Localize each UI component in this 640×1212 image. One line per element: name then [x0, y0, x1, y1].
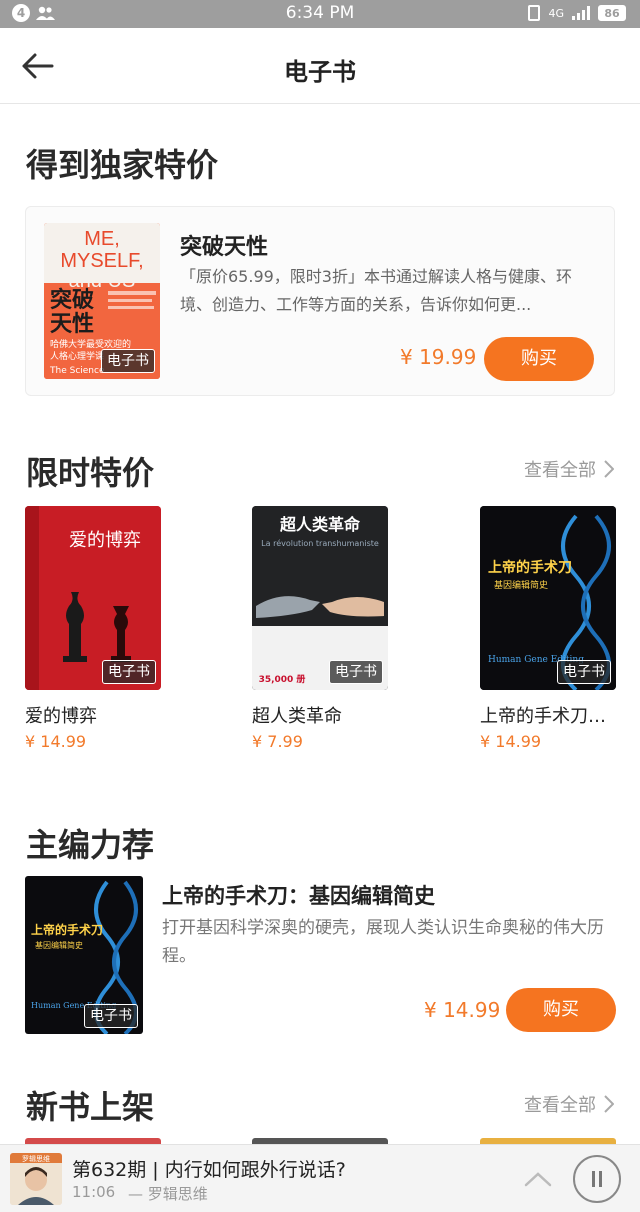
editor-pick-buy-button[interactable]: 购买: [506, 988, 616, 1032]
cover-sub: 基因编辑简史: [494, 579, 548, 591]
exclusive-section-title: 得到独家特价: [26, 146, 219, 184]
editor-pick-cover[interactable]: 上帝的手术刀 基因编辑简史 Human Gene Editing 电子书: [25, 876, 143, 1034]
vibrate-icon: [528, 5, 541, 21]
exclusive-buy-button[interactable]: 购买: [484, 337, 594, 381]
battery-icon: 86: [598, 5, 626, 21]
book-price: ¥ 14.99: [480, 732, 542, 751]
chevron-up-icon[interactable]: [522, 1165, 554, 1193]
cover-sub: La révolution transhumaniste: [261, 538, 379, 548]
svg-text:人格心理学课: 人格心理学课: [50, 350, 104, 362]
book-title[interactable]: 上帝的手术刀：基因编辑简史: [480, 702, 616, 728]
editor-pick-section-title: 主编力荐: [26, 826, 155, 864]
limited-see-all-link[interactable]: 查看全部: [524, 456, 614, 482]
see-all-label: 查看全部: [524, 460, 596, 481]
status-bar: 4 6:34 PM 4G 86: [0, 0, 640, 28]
page-title: 电子书: [284, 58, 356, 86]
exclusive-book-description: 「原价65.99，限时3折」本书通过解读人格与健康、环境、创造力、工作等方面的关…: [180, 267, 572, 314]
limited-section-title: 限时特价: [26, 454, 155, 492]
ebook-tag: 电子书: [329, 660, 383, 684]
ebook-tag: 电子书: [84, 1004, 138, 1028]
limited-book-1[interactable]: 爱的博弈 电子书 爱的博弈 ¥ 14.99: [25, 506, 161, 751]
cover-title: 爱的博弈: [69, 530, 141, 551]
network-type: 4G: [548, 6, 564, 20]
svg-text:突破: 突破: [50, 287, 94, 313]
editor-pick-description: 打开基因科学深奥的硬壳，展现人类认识生命奥秘的伟大历程。: [162, 918, 604, 966]
exclusive-book-card[interactable]: ME, MYSELF, and US 突破 天性 哈佛大学最受欢迎的 人格心理学…: [25, 206, 615, 396]
cover-title: 上帝的手术刀: [488, 559, 572, 576]
book-price: ¥ 14.99: [25, 732, 87, 751]
cover-num: 35,000 册: [259, 674, 306, 685]
cover-title: 上帝的手术刀: [31, 922, 103, 937]
svg-text:The Science: The Science: [49, 366, 105, 376]
editor-pick-price: ¥ 14.99: [424, 998, 501, 1022]
player-thumbnail[interactable]: 罗辑思维: [10, 1153, 62, 1205]
book-price: ¥ 7.99: [252, 732, 303, 751]
new-books-see-all-link[interactable]: 查看全部: [524, 1091, 614, 1117]
chevron-right-icon: [604, 460, 614, 478]
thumb-label: 罗辑思维: [22, 1154, 50, 1163]
audio-player-bar[interactable]: 罗辑思维 第632期 | 内行如何跟外行说话? 11:06 — 罗辑思维: [0, 1144, 640, 1212]
limited-book-3[interactable]: 上帝的手术刀 基因编辑简史 Human Gene Editing 电子书 上帝的…: [480, 506, 616, 751]
limited-book-2[interactable]: 超人类革命 La révolution transhumaniste 35,00…: [252, 506, 388, 751]
see-all-label: 查看全部: [524, 1095, 596, 1116]
exclusive-book-cover[interactable]: ME, MYSELF, and US 突破 天性 哈佛大学最受欢迎的 人格心理学…: [44, 223, 160, 379]
new-books-section-title: 新书上架: [26, 1088, 155, 1126]
cover-sub: 基因编辑简史: [35, 940, 83, 950]
signal-icon: [572, 6, 590, 20]
book-cover[interactable]: 上帝的手术刀 基因编辑简史 Human Gene Editing 电子书: [480, 506, 616, 690]
ebook-tag: 电子书: [101, 349, 155, 373]
pause-button[interactable]: [573, 1155, 621, 1203]
status-right: 4G 86: [528, 5, 626, 21]
book-title[interactable]: 爱的博弈: [25, 702, 161, 728]
editor-pick-title[interactable]: 上帝的手术刀：基因编辑简史: [162, 880, 435, 910]
ebook-tag: 电子书: [557, 660, 611, 684]
cover-title: 超人类革命: [279, 515, 361, 534]
chevron-right-icon: [604, 1095, 614, 1113]
player-episode-title[interactable]: 第632期 | 内行如何跟外行说话?: [72, 1155, 346, 1182]
ebook-tag: 电子书: [102, 660, 156, 684]
player-time: 11:06: [72, 1183, 116, 1201]
exclusive-book-price: ¥ 19.99: [400, 345, 477, 369]
avatar: 罗辑思维: [10, 1153, 62, 1205]
cover-line2: MYSELF,: [60, 250, 143, 272]
book-cover[interactable]: 爱的博弈 电子书: [25, 506, 161, 690]
nav-bar: 电子书: [0, 28, 640, 104]
player-author: — 罗辑思维: [128, 1185, 208, 1203]
cover-line1: ME,: [84, 228, 120, 250]
book-title[interactable]: 超人类革命: [252, 702, 388, 728]
book-cover[interactable]: 超人类革命 La révolution transhumaniste 35,00…: [252, 506, 388, 690]
exclusive-book-title[interactable]: 突破天性: [180, 229, 268, 261]
svg-text:天性: 天性: [50, 312, 94, 337]
